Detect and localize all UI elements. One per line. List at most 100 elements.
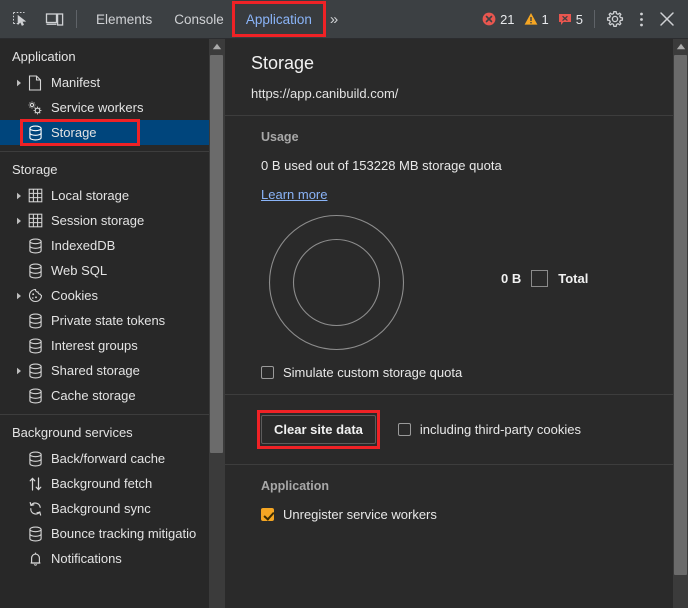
- third-party-cookies-checkbox[interactable]: [397, 423, 411, 436]
- sidebar-item-cookies[interactable]: Cookies: [0, 283, 224, 308]
- bell-icon: [25, 551, 45, 567]
- sidebar-item-label: Cache storage: [51, 388, 136, 403]
- more-tabs-button[interactable]: »: [323, 0, 345, 38]
- sidebar-item-background-fetch[interactable]: Background fetch: [0, 471, 224, 496]
- sidebar-item-label: Private state tokens: [51, 313, 166, 328]
- simulate-quota-label: Simulate custom storage quota: [283, 365, 463, 380]
- page-title: Storage: [251, 53, 315, 73]
- sidebar-item-label: Background fetch: [51, 476, 153, 491]
- issue-badge[interactable]: 5: [558, 12, 583, 27]
- legend-value: 0 B: [501, 271, 522, 286]
- tab-elements[interactable]: Elements: [85, 0, 163, 38]
- sidebar-item-private-state-tokens[interactable]: Private state tokens: [0, 308, 224, 333]
- third-party-cookies-row[interactable]: including third-party cookies: [397, 422, 581, 437]
- scroll-up-arrow-icon[interactable]: [673, 39, 688, 54]
- device-toolbar-icon[interactable]: [40, 6, 68, 32]
- sidebar-item-label: Service workers: [51, 100, 144, 115]
- sidebar-item-label: Manifest: [51, 75, 101, 90]
- donut-chart-svg: [268, 214, 405, 351]
- kebab-menu-icon[interactable]: [628, 6, 654, 32]
- chevron-right-icon[interactable]: [12, 367, 25, 375]
- usage-heading: Usage: [261, 130, 299, 144]
- issue-count: 5: [575, 11, 583, 27]
- application-section: Application Unregister service workers: [225, 465, 688, 536]
- sidebar-item-label: Storage: [51, 125, 97, 140]
- sidebar-item-manifest[interactable]: Manifest: [0, 70, 224, 95]
- sidebar-item-background-sync[interactable]: Background sync: [0, 496, 224, 521]
- issue-icon: [558, 14, 571, 25]
- database-icon: [25, 363, 45, 379]
- unregister-service-workers-label: Unregister service workers: [283, 507, 437, 522]
- learn-more-link[interactable]: Learn more: [261, 187, 327, 202]
- gears-icon: [25, 100, 45, 116]
- sidebar-item-indexeddb[interactable]: IndexedDB: [0, 233, 224, 258]
- storage-panel: Storage https://app.canibuild.com/ Usage…: [225, 39, 688, 608]
- sidebar-item-label: Back/forward cache: [51, 451, 166, 466]
- sidebar-item-bounce-tracking-mitigations[interactable]: Bounce tracking mitigatio: [0, 521, 224, 546]
- sidebar-section-background-services-title: Background services: [12, 425, 133, 440]
- inspect-element-icon[interactable]: [6, 6, 34, 32]
- sidebar-item-label: Session storage: [51, 213, 145, 228]
- sidebar-item-label: IndexedDB: [51, 238, 116, 253]
- database-icon: [25, 388, 45, 404]
- sidebar-item-service-workers[interactable]: Service workers: [0, 95, 224, 120]
- document-icon: [25, 74, 45, 91]
- close-icon[interactable]: [654, 6, 680, 32]
- sidebar-item-shared-storage[interactable]: Shared storage: [0, 358, 224, 383]
- sidebar-item-web-sql[interactable]: Web SQL: [0, 258, 224, 283]
- clear-site-data-section: Clear site data including third-party co…: [225, 395, 688, 465]
- sidebar-scrollbar-thumb[interactable]: [210, 55, 223, 453]
- error-count: 21: [500, 11, 515, 27]
- content-scrollbar[interactable]: [673, 39, 688, 608]
- usage-section: Usage 0 B used out of 153228 MB storage …: [225, 116, 688, 395]
- sidebar-scrollbar[interactable]: [209, 39, 224, 608]
- donut-chart-legend: 0 B Total: [501, 270, 588, 287]
- sidebar-item-label: Cookies: [51, 288, 98, 303]
- unregister-service-workers-row[interactable]: Unregister service workers: [261, 507, 688, 536]
- sidebar-item-local-storage[interactable]: Local storage: [0, 183, 224, 208]
- sidebar-item-label: Web SQL: [51, 263, 108, 278]
- table-icon: [25, 188, 45, 203]
- warning-icon: [524, 13, 537, 25]
- sidebar-item-label: Shared storage: [51, 363, 140, 378]
- sidebar-item-storage[interactable]: Storage: [0, 119, 224, 146]
- warning-badge[interactable]: 1: [524, 12, 549, 27]
- database-icon: [25, 338, 45, 354]
- simulate-quota-row[interactable]: Simulate custom storage quota: [261, 365, 688, 394]
- sidebar-item-label: Notifications: [51, 551, 122, 566]
- database-icon: [25, 263, 45, 279]
- sidebar-item-back-forward-cache[interactable]: Back/forward cache: [0, 446, 224, 471]
- clear-site-data-button-wrap: Clear site data: [257, 410, 380, 449]
- chevron-right-icon[interactable]: [12, 217, 25, 225]
- clear-site-data-button[interactable]: Clear site data: [261, 415, 376, 444]
- content-scrollbar-thumb[interactable]: [674, 55, 687, 575]
- unregister-service-workers-checkbox[interactable]: [261, 508, 274, 521]
- sidebar-item-label: Bounce tracking mitigatio: [51, 526, 197, 541]
- legend-label: Total: [558, 271, 589, 286]
- cookie-icon: [25, 288, 45, 303]
- storage-header: Storage https://app.canibuild.com/: [225, 39, 688, 116]
- sidebar-item-interest-groups[interactable]: Interest groups: [0, 333, 224, 358]
- toolbar-divider: [76, 10, 77, 28]
- tab-console[interactable]: Console: [163, 0, 235, 38]
- simulate-quota-checkbox[interactable]: [261, 366, 274, 379]
- database-icon: [25, 451, 45, 467]
- sidebar-item-session-storage[interactable]: Session storage: [0, 208, 224, 233]
- arrows-updown-icon: [25, 476, 45, 492]
- tab-application[interactable]: Application: [234, 0, 323, 38]
- sidebar-item-notifications[interactable]: Notifications: [0, 546, 224, 571]
- chevron-right-icon[interactable]: [12, 192, 25, 200]
- scroll-up-arrow-icon[interactable]: [209, 39, 224, 54]
- sidebar-item-label: Background sync: [51, 501, 151, 516]
- sidebar-item-cache-storage[interactable]: Cache storage: [0, 383, 224, 408]
- database-icon: [25, 238, 45, 254]
- chevron-right-icon[interactable]: [12, 292, 25, 300]
- sidebar-section-application-title: Application: [12, 49, 76, 64]
- database-icon: [25, 313, 45, 329]
- error-icon: [482, 12, 496, 26]
- tab-application-wrap: Application: [231, 0, 326, 38]
- gear-icon[interactable]: [602, 6, 628, 32]
- error-badge[interactable]: 21: [482, 11, 515, 27]
- chevron-right-icon[interactable]: [12, 79, 25, 87]
- database-icon: [25, 526, 45, 542]
